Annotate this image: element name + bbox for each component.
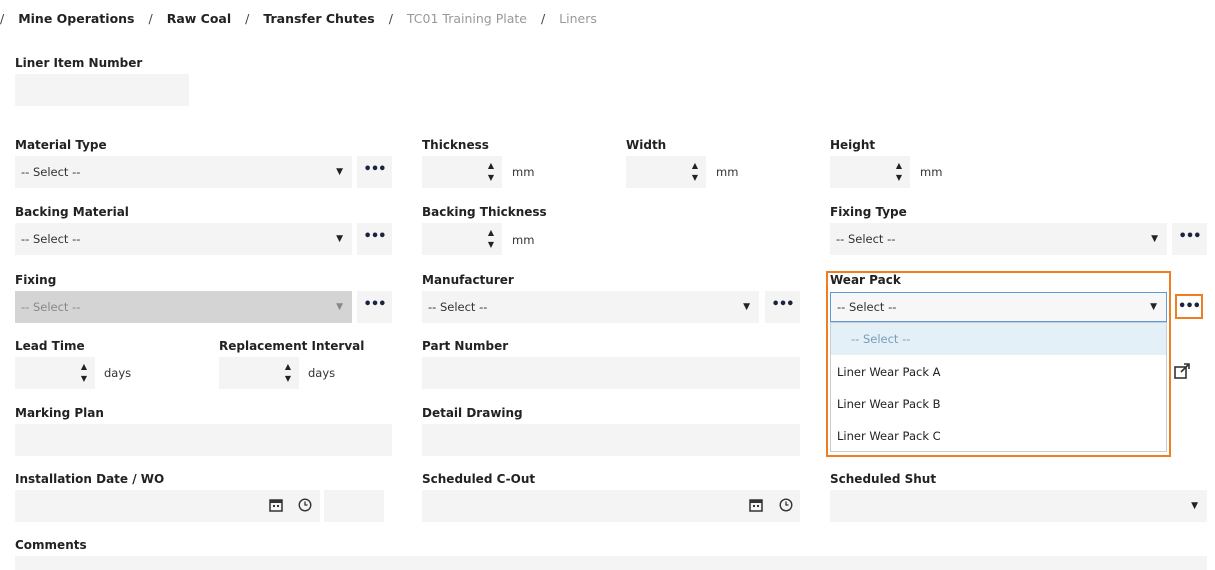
detail-drawing-input[interactable] xyxy=(422,424,800,456)
replacement-interval-unit: days xyxy=(308,366,336,380)
breadcrumb-raw-coal[interactable]: Raw Coal xyxy=(167,11,231,26)
liner-item-number-input[interactable] xyxy=(15,74,189,106)
clock-icon[interactable] xyxy=(298,498,312,516)
spin-down-icon[interactable]: ▼ xyxy=(488,241,494,249)
marking-plan-label: Marking Plan xyxy=(15,406,104,420)
calendar-icon[interactable] xyxy=(269,498,283,516)
breadcrumb-mine-operations[interactable]: Mine Operations xyxy=(18,11,134,26)
scheduled-shut-select[interactable]: ▼ xyxy=(830,490,1207,522)
wear-pack-option[interactable]: Liner Wear Pack A xyxy=(831,356,1166,388)
breadcrumb-separator: / xyxy=(388,11,393,26)
wear-pack-select[interactable]: -- Select -- ▼ xyxy=(830,292,1167,322)
manufacturer-label: Manufacturer xyxy=(422,273,514,287)
manufacturer-select[interactable]: -- Select -- ▼ xyxy=(422,291,759,323)
spin-up-icon[interactable]: ▲ xyxy=(488,229,494,237)
manufacturer-value: -- Select -- xyxy=(428,300,488,314)
replacement-interval-label: Replacement Interval xyxy=(219,339,365,353)
spin-up-icon[interactable]: ▲ xyxy=(692,162,698,170)
external-link-icon[interactable] xyxy=(1172,362,1192,382)
wear-pack-dropdown: -- Select -- Liner Wear Pack A Liner Wea… xyxy=(830,322,1167,452)
wear-pack-value: -- Select -- xyxy=(837,300,897,314)
spin-down-icon[interactable]: ▼ xyxy=(692,174,698,182)
work-order-input[interactable] xyxy=(324,490,384,522)
backing-material-select[interactable]: -- Select -- ▼ xyxy=(15,223,352,255)
backing-material-more-button[interactable]: ••• xyxy=(357,223,392,255)
calendar-icon[interactable] xyxy=(749,498,763,516)
fixing-more-button[interactable]: ••• xyxy=(357,291,392,323)
spin-up-icon[interactable]: ▲ xyxy=(81,363,87,371)
chevron-down-icon: ▼ xyxy=(336,234,343,244)
spin-down-icon[interactable]: ▼ xyxy=(896,174,902,182)
comments-textarea[interactable] xyxy=(15,556,1207,570)
fixing-type-more-button[interactable]: ••• xyxy=(1172,223,1207,255)
width-input[interactable]: ▲ ▼ xyxy=(626,156,706,188)
fixing-value: -- Select -- xyxy=(21,300,81,314)
thickness-label: Thickness xyxy=(422,138,489,152)
backing-thickness-unit: mm xyxy=(512,233,535,247)
lead-time-input[interactable]: ▲ ▼ xyxy=(15,357,95,389)
chevron-down-icon: ▼ xyxy=(1151,234,1158,244)
spin-down-icon[interactable]: ▼ xyxy=(81,375,87,383)
material-type-label: Material Type xyxy=(15,138,107,152)
scheduled-shut-label: Scheduled Shut xyxy=(830,472,937,486)
spin-up-icon[interactable]: ▲ xyxy=(285,363,291,371)
height-input[interactable]: ▲ ▼ xyxy=(830,156,910,188)
chevron-down-icon: ▼ xyxy=(336,167,343,177)
breadcrumb-separator: / xyxy=(540,11,546,26)
installation-date-input[interactable] xyxy=(15,490,320,522)
material-type-value: -- Select -- xyxy=(21,165,81,179)
wear-pack-option[interactable]: -- Select -- xyxy=(831,323,1166,355)
backing-thickness-input[interactable]: ▲ ▼ xyxy=(422,223,502,255)
fixing-type-select[interactable]: -- Select -- ▼ xyxy=(830,223,1167,255)
spin-down-icon[interactable]: ▼ xyxy=(488,174,494,182)
wear-pack-option[interactable]: Liner Wear Pack B xyxy=(831,388,1166,420)
part-number-label: Part Number xyxy=(422,339,509,353)
breadcrumb-separator: / xyxy=(0,11,5,26)
chevron-down-icon: ▼ xyxy=(1191,501,1198,511)
thickness-input[interactable]: ▲ ▼ xyxy=(422,156,502,188)
wear-pack-label: Wear Pack xyxy=(830,273,901,287)
backing-material-value: -- Select -- xyxy=(21,232,81,246)
wear-pack-option[interactable]: Liner Wear Pack C xyxy=(831,420,1166,452)
height-unit: mm xyxy=(920,165,943,179)
breadcrumb: / Mine Operations / Raw Coal / Transfer … xyxy=(0,11,597,26)
breadcrumb-transfer-chutes[interactable]: Transfer Chutes xyxy=(263,11,374,26)
chevron-down-icon: ▼ xyxy=(336,302,343,312)
clock-icon[interactable] xyxy=(779,498,793,516)
wear-pack-more-button[interactable]: ••• xyxy=(1175,294,1203,319)
marking-plan-input[interactable] xyxy=(15,424,392,456)
manufacturer-more-button[interactable]: ••• xyxy=(765,291,800,323)
fixing-type-value: -- Select -- xyxy=(836,232,896,246)
scheduled-cout-label: Scheduled C-Out xyxy=(422,472,536,486)
fixing-select: -- Select -- ▼ xyxy=(15,291,352,323)
chevron-down-icon: ▼ xyxy=(1150,302,1157,312)
material-type-select[interactable]: -- Select -- ▼ xyxy=(15,156,352,188)
comments-label: Comments xyxy=(15,538,87,552)
replacement-interval-input[interactable]: ▲ ▼ xyxy=(219,357,299,389)
part-number-input[interactable] xyxy=(422,357,800,389)
chevron-down-icon: ▼ xyxy=(743,302,750,312)
breadcrumb-separator: / xyxy=(148,11,153,26)
thickness-unit: mm xyxy=(512,165,535,179)
liner-item-number-label: Liner Item Number xyxy=(15,56,143,70)
fixing-label: Fixing xyxy=(15,273,57,287)
detail-drawing-label: Detail Drawing xyxy=(422,406,523,420)
width-unit: mm xyxy=(716,165,739,179)
backing-material-label: Backing Material xyxy=(15,205,129,219)
spin-up-icon[interactable]: ▲ xyxy=(896,162,902,170)
breadcrumb-separator: / xyxy=(245,11,250,26)
material-type-more-button[interactable]: ••• xyxy=(357,156,392,188)
lead-time-label: Lead Time xyxy=(15,339,85,353)
spin-up-icon[interactable]: ▲ xyxy=(488,162,494,170)
spin-down-icon[interactable]: ▼ xyxy=(285,375,291,383)
breadcrumb-liners: Liners xyxy=(559,11,597,26)
width-label: Width xyxy=(626,138,667,152)
breadcrumb-tc01-training-plate[interactable]: TC01 Training Plate xyxy=(407,11,527,26)
installation-date-label: Installation Date / WO xyxy=(15,472,165,486)
lead-time-unit: days xyxy=(104,366,132,380)
backing-thickness-label: Backing Thickness xyxy=(422,205,547,219)
fixing-type-label: Fixing Type xyxy=(830,205,907,219)
height-label: Height xyxy=(830,138,876,152)
scheduled-cout-input[interactable] xyxy=(422,490,800,522)
